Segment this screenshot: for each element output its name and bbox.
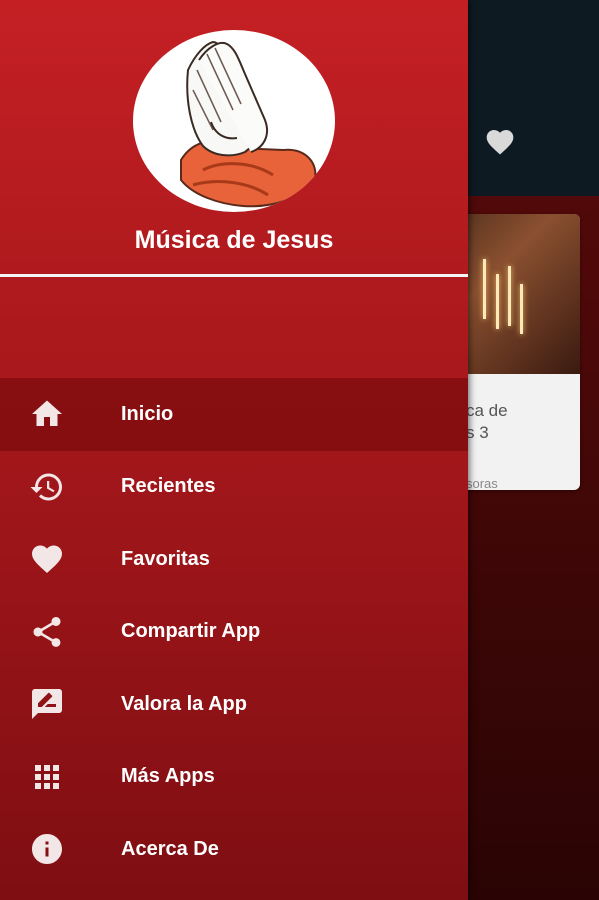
app-logo xyxy=(133,30,335,212)
app-name: Música de Jesus xyxy=(134,226,334,254)
praying-hands-icon xyxy=(180,40,317,208)
favorite-heart-icon[interactable] xyxy=(483,126,517,158)
drawer-menu: Inicio Recientes Favoritas Compartir App xyxy=(0,378,468,886)
menu-item-label: Inicio xyxy=(121,402,174,425)
menu-item-compartir-app[interactable]: Compartir App xyxy=(0,596,468,669)
menu-item-favoritas[interactable]: Favoritas xyxy=(0,523,468,596)
menu-item-recientes[interactable]: Recientes xyxy=(0,451,468,524)
heart-icon xyxy=(28,540,66,578)
rate-icon xyxy=(28,685,66,723)
menu-item-label: Favoritas xyxy=(121,547,210,570)
drawer-header: Música de Jesus xyxy=(0,0,468,278)
menu-item-label: Acerca De xyxy=(121,837,219,860)
home-icon xyxy=(28,395,66,433)
menu-item-valora-la-app[interactable]: Valora la App xyxy=(0,668,468,741)
card-subtitle: soras xyxy=(466,476,498,490)
card-title: ca de s 3 xyxy=(466,401,508,442)
history-icon xyxy=(28,468,66,506)
menu-item-label: Recientes xyxy=(121,475,216,498)
menu-item-inicio[interactable]: Inicio xyxy=(0,378,468,451)
menu-item-acerca-de[interactable]: Acerca De xyxy=(0,813,468,886)
navigation-drawer: Música de Jesus Inicio Recientes Favorit… xyxy=(0,0,468,900)
header-divider xyxy=(0,274,468,277)
menu-item-label: Más Apps xyxy=(121,765,215,788)
info-icon xyxy=(28,830,66,868)
share-icon xyxy=(28,613,66,651)
menu-item-label: Valora la App xyxy=(121,692,247,715)
menu-item-label: Compartir App xyxy=(121,620,261,643)
menu-item-mas-apps[interactable]: Más Apps xyxy=(0,741,468,814)
apps-grid-icon xyxy=(28,758,66,796)
